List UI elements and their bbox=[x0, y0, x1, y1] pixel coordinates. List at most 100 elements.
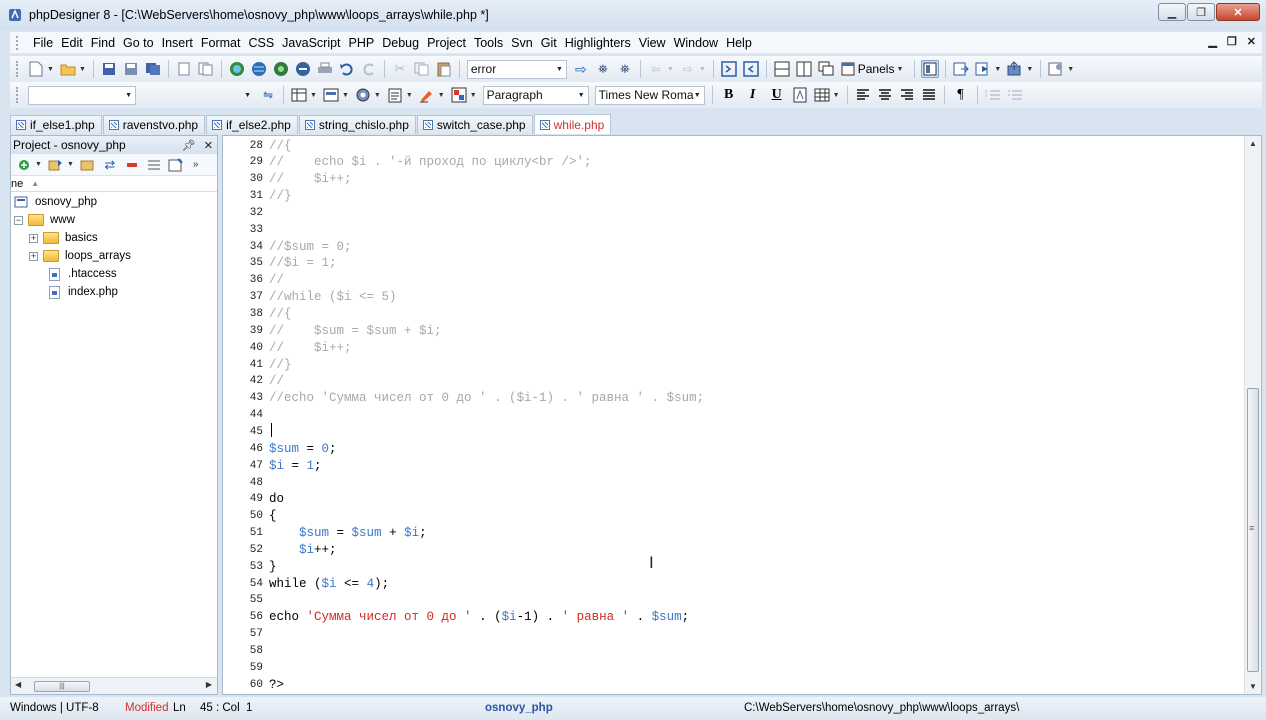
code-line[interactable]: 49 do bbox=[223, 491, 284, 508]
scroll-thumb[interactable]: ||| bbox=[34, 681, 90, 692]
menu-highlighters[interactable]: Highlighters bbox=[561, 36, 635, 50]
chevron-down-icon[interactable]: ▼ bbox=[125, 92, 132, 99]
code-editor[interactable]: 28//{29// echo $i . '-й проход по циклу<… bbox=[222, 135, 1262, 695]
menu-project[interactable]: Project bbox=[423, 36, 470, 50]
color-picker-icon[interactable] bbox=[450, 86, 468, 104]
tree-node-htaccess[interactable]: .htaccess bbox=[11, 265, 217, 283]
project-horizontal-scrollbar[interactable]: ◀ ||| ▶ bbox=[11, 677, 217, 694]
menu-grip[interactable] bbox=[16, 35, 19, 50]
web-globe-icon[interactable] bbox=[272, 60, 290, 78]
code-line[interactable]: 32 bbox=[223, 204, 269, 221]
back-icon[interactable]: ⇦ bbox=[647, 60, 665, 78]
code-line[interactable]: 57 bbox=[223, 626, 269, 643]
tab-string-chislo[interactable]: string_chislo.php bbox=[298, 115, 416, 134]
export-icon[interactable] bbox=[952, 60, 970, 78]
menu-find[interactable]: Find bbox=[87, 36, 119, 50]
chevron-down-icon[interactable]: ▼ bbox=[578, 92, 585, 99]
save-icon[interactable] bbox=[100, 60, 118, 78]
list-ordered-icon[interactable] bbox=[984, 86, 1002, 104]
menu-svn[interactable]: Svn bbox=[507, 36, 537, 50]
tools-settings-icon[interactable] bbox=[1047, 60, 1065, 78]
tree-node-index-php[interactable]: index.php bbox=[11, 283, 217, 301]
forward-icon[interactable]: ⇨ bbox=[679, 60, 697, 78]
menu-insert[interactable]: Insert bbox=[158, 36, 197, 50]
menu-edit[interactable]: Edit bbox=[57, 36, 87, 50]
mdi-minimize-icon[interactable]: ▁ bbox=[1208, 35, 1216, 48]
code-line[interactable]: 45 bbox=[223, 422, 272, 440]
code-line[interactable]: 35 //$i = 1; bbox=[223, 255, 337, 272]
toolbar-grip[interactable] bbox=[16, 61, 19, 77]
split-horizontal-icon[interactable] bbox=[773, 60, 791, 78]
font-combo[interactable]: Times New Roma ▼ bbox=[594, 85, 705, 105]
code-line[interactable]: 42 // bbox=[223, 373, 284, 390]
code-line[interactable]: 36 // bbox=[223, 272, 284, 289]
highlighter-icon[interactable] bbox=[418, 86, 436, 104]
tree-node-www[interactable]: − www bbox=[11, 211, 217, 229]
tab-switch-case[interactable]: switch_case.php bbox=[416, 115, 533, 134]
code-line[interactable]: 53} bbox=[223, 558, 277, 575]
close-all-icon[interactable] bbox=[197, 60, 215, 78]
menu-format[interactable]: Format bbox=[197, 36, 245, 50]
code-line[interactable]: 52 $i++; bbox=[223, 541, 337, 558]
properties-icon[interactable] bbox=[167, 156, 185, 174]
windows-icon[interactable] bbox=[817, 60, 835, 78]
code-line[interactable]: 41 //} bbox=[223, 356, 292, 373]
menu-window[interactable]: Window bbox=[670, 36, 722, 50]
menu-css[interactable]: CSS bbox=[244, 36, 278, 50]
code-line[interactable]: 60 ?> bbox=[223, 676, 284, 693]
collapse-icon[interactable] bbox=[145, 156, 163, 174]
menu-help[interactable]: Help bbox=[722, 36, 756, 50]
code-line[interactable]: 38 //{ bbox=[223, 306, 292, 323]
code-line[interactable]: 39 // $sum = $sum + $i; bbox=[223, 322, 442, 339]
tree-node-basics[interactable]: + basics bbox=[11, 229, 217, 247]
status-encoding[interactable]: Windows | UTF-8 bbox=[10, 702, 99, 714]
search-combo[interactable]: error ▼ bbox=[466, 59, 567, 79]
code-line[interactable]: 44 bbox=[223, 407, 269, 424]
menu-tools[interactable]: Tools bbox=[470, 36, 507, 50]
unindent-icon[interactable] bbox=[742, 60, 760, 78]
tree-node-loops-arrays[interactable]: + loops_arrays bbox=[11, 247, 217, 265]
chevron-down-icon[interactable]: ▼ bbox=[244, 92, 251, 99]
code-line[interactable]: 55 bbox=[223, 592, 269, 609]
attribute-combo[interactable]: ▼ bbox=[142, 86, 254, 105]
expand-toggle-icon[interactable]: + bbox=[29, 233, 38, 243]
code-line[interactable]: 59 bbox=[223, 659, 269, 676]
web-link-icon[interactable] bbox=[294, 60, 312, 78]
code-line[interactable]: 46 $sum = 0; bbox=[223, 440, 337, 457]
menu-file[interactable]: File bbox=[29, 36, 57, 50]
code-line[interactable]: 50 { bbox=[223, 508, 277, 525]
globe-icon[interactable] bbox=[250, 60, 268, 78]
code-line[interactable]: 48 bbox=[223, 474, 269, 491]
underline-button[interactable]: U bbox=[767, 86, 787, 104]
code-line[interactable]: 37 //while ($i <= 5) bbox=[223, 289, 397, 306]
tab-if-else2[interactable]: if_else2.php bbox=[206, 115, 298, 134]
align-center-icon[interactable] bbox=[876, 86, 894, 104]
paragraph-mark-button[interactable]: ¶ bbox=[951, 86, 971, 104]
menu-view[interactable]: View bbox=[635, 36, 670, 50]
code-line[interactable]: 28 //{ bbox=[223, 137, 292, 154]
tab-ravenstvo[interactable]: ravenstvo.php bbox=[102, 115, 206, 134]
replace-icon[interactable]: ⛯ bbox=[616, 60, 634, 78]
scroll-up-icon[interactable]: ▲ bbox=[1249, 139, 1257, 148]
bold-button[interactable]: B bbox=[719, 86, 739, 104]
tree-column-header[interactable]: ne ▲ bbox=[11, 176, 217, 192]
scroll-left-icon[interactable]: ◀ bbox=[15, 680, 21, 689]
menu-goto[interactable]: Go to bbox=[119, 36, 158, 50]
close-file-icon[interactable] bbox=[175, 60, 193, 78]
maximize-button[interactable]: ❐ bbox=[1187, 3, 1215, 21]
save-as-icon[interactable] bbox=[122, 60, 140, 78]
undo-icon[interactable] bbox=[338, 60, 356, 78]
list-unordered-icon[interactable] bbox=[1006, 86, 1024, 104]
code-line[interactable]: 31 //} bbox=[223, 188, 292, 205]
minimize-button[interactable]: ▁ bbox=[1158, 3, 1186, 21]
scroll-down-icon[interactable]: ▼ bbox=[1249, 682, 1257, 691]
expand-toggle-icon[interactable]: + bbox=[29, 251, 38, 261]
redo-icon[interactable] bbox=[360, 60, 378, 78]
status-project[interactable]: osnovy_php bbox=[485, 702, 553, 714]
code-line[interactable]: 56 echo 'Сумма чисел от 0 до ' . ($i-1) .… bbox=[223, 609, 689, 626]
code-explorer-toggle-icon[interactable] bbox=[921, 60, 940, 78]
wrap-tag-icon[interactable]: ⇋ bbox=[259, 86, 277, 104]
menu-php[interactable]: PHP bbox=[345, 36, 379, 50]
clipboard-icon[interactable] bbox=[386, 86, 404, 104]
italic-button[interactable]: I bbox=[743, 86, 763, 104]
